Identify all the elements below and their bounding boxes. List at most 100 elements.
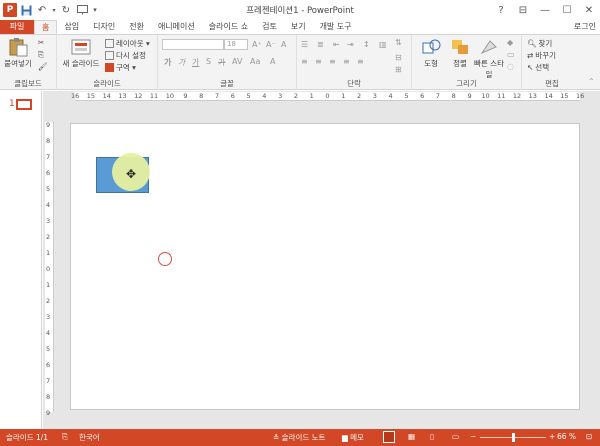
tab-slideshow[interactable]: 슬라이드 쇼: [202, 20, 255, 34]
fit-slide-icon[interactable]: ⊡: [586, 432, 592, 441]
shadow-icon[interactable]: S: [206, 57, 211, 66]
increase-font-icon[interactable]: A⁺: [252, 40, 262, 49]
cut-icon[interactable]: ✂: [38, 38, 44, 47]
font-name-input[interactable]: [162, 39, 224, 50]
decrease-font-icon[interactable]: A⁻: [266, 40, 276, 49]
ruler-tick-label: 2: [46, 233, 51, 241]
zoom-slider-handle[interactable]: [511, 433, 515, 442]
ruler-tick-label: 6: [46, 361, 51, 369]
tab-home[interactable]: 홈: [34, 20, 58, 34]
new-slide-button[interactable]: 새 슬라이드: [61, 37, 101, 69]
clear-format-icon[interactable]: A: [281, 40, 286, 49]
shapes-button[interactable]: 도형: [416, 37, 446, 69]
increase-indent-icon[interactable]: ⇥: [347, 40, 354, 49]
font-size-input[interactable]: 18: [224, 39, 248, 50]
ruler-tick-label: 7: [46, 377, 51, 385]
tab-review[interactable]: 검토: [255, 20, 284, 34]
align-center-icon[interactable]: ≡: [315, 57, 322, 66]
customize-qat-icon[interactable]: ▾: [91, 3, 99, 17]
login-link[interactable]: 로그인: [574, 21, 596, 32]
notes-button[interactable]: ≛ 슬라이드 노트: [273, 432, 325, 443]
align-right-icon[interactable]: ≡: [329, 57, 336, 66]
language-status[interactable]: 한국어: [79, 432, 100, 443]
copy-icon[interactable]: ⎘: [38, 50, 44, 60]
shape-effects-icon[interactable]: ◌: [507, 62, 514, 71]
tab-transitions[interactable]: 전환: [122, 20, 151, 34]
undo-dropdown-icon[interactable]: ▾: [51, 3, 57, 17]
select-button[interactable]: ↖ 선택: [527, 62, 549, 73]
smartart-icon[interactable]: ⊞: [395, 65, 402, 74]
tab-developer[interactable]: 개발 도구: [313, 20, 359, 34]
move-cursor-icon: ✥: [126, 167, 137, 181]
find-button[interactable]: 🔍︎ 찾기: [527, 38, 552, 49]
zoom-level[interactable]: 66 %: [557, 432, 576, 441]
line-spacing-icon[interactable]: ↕: [363, 40, 370, 49]
ruler-tick-label: 0: [46, 265, 51, 273]
align-text-icon[interactable]: ⊟: [395, 53, 402, 62]
slideshow-icon[interactable]: [75, 3, 89, 17]
justify-icon[interactable]: ≡: [343, 57, 350, 66]
normal-view-icon[interactable]: [383, 431, 395, 443]
tab-animations[interactable]: 애니메이션: [151, 20, 202, 34]
bullets-icon[interactable]: ☰: [301, 40, 308, 49]
powerpoint-logo-icon[interactable]: P: [3, 3, 17, 17]
ruler-tick-label: 4: [46, 329, 51, 337]
redo-icon[interactable]: ↻: [59, 3, 73, 17]
undo-icon[interactable]: ↶: [35, 3, 49, 17]
columns-icon[interactable]: ▥: [379, 40, 387, 49]
change-case-icon[interactable]: Aa: [250, 57, 260, 66]
arrange-button[interactable]: 정렬: [446, 37, 474, 69]
paragraph-group-label: 단락: [347, 79, 361, 88]
ruler-tick-label: 8: [46, 137, 51, 145]
reading-view-icon[interactable]: ▯: [430, 432, 434, 441]
save-icon[interactable]: [19, 3, 33, 17]
tab-file[interactable]: 파일: [0, 20, 34, 34]
italic-icon[interactable]: 가: [178, 57, 185, 68]
text-direction-icon[interactable]: ⇅: [395, 38, 402, 47]
layout-button[interactable]: 레이아웃 ▾: [105, 38, 150, 49]
tab-view[interactable]: 보기: [284, 20, 313, 34]
minimize-button[interactable]: —: [534, 0, 556, 20]
ruler-tick-label: 6: [230, 92, 235, 100]
clipboard-group: 붙여넣기 ✂ ⎘ 🖌 클립보드: [0, 35, 57, 90]
ruler-tick-label: 11: [497, 92, 506, 100]
font-group-label: 글꼴: [220, 79, 234, 88]
paste-icon: [7, 37, 29, 57]
shape-fill-icon[interactable]: ◆: [507, 38, 513, 47]
close-button[interactable]: ✕: [578, 0, 600, 20]
ruler-tick-label: 1: [341, 92, 346, 100]
char-spacing-icon[interactable]: AV: [232, 57, 242, 66]
slide-thumbnail[interactable]: [16, 99, 32, 110]
collapse-ribbon-icon[interactable]: ⌃: [588, 77, 595, 86]
ribbon: 붙여넣기 ✂ ⎘ 🖌 클립보드 새 슬라이드 레이아웃 ▾ 다시 설정 구역 ▾…: [0, 34, 600, 90]
maximize-button[interactable]: ☐: [556, 0, 578, 20]
shape-outline-icon[interactable]: ▭: [507, 50, 515, 59]
section-button[interactable]: 구역 ▾: [105, 62, 136, 73]
align-left-icon[interactable]: ≡: [301, 57, 308, 66]
tab-insert[interactable]: 삽입: [57, 20, 86, 34]
layout-icon: [105, 39, 114, 48]
comments-button[interactable]: ▆ 메모: [342, 432, 364, 443]
bold-icon[interactable]: 가: [164, 57, 171, 68]
decrease-indent-icon[interactable]: ⇤: [333, 40, 340, 49]
slideshow-view-icon[interactable]: ▭: [452, 432, 459, 441]
distributed-icon[interactable]: ≡: [357, 57, 364, 66]
ribbon-display-options-icon[interactable]: ⊟: [512, 0, 534, 20]
ruler-tick-label: 7: [435, 92, 441, 100]
numbering-icon[interactable]: ≣: [317, 40, 324, 49]
help-icon[interactable]: ?: [490, 0, 512, 20]
replace-button[interactable]: ⇄ 바꾸기: [527, 50, 556, 61]
ruler-tick-label: 3: [46, 217, 51, 225]
paste-button[interactable]: 붙여넣기: [2, 37, 34, 69]
underline-icon[interactable]: 가: [192, 57, 199, 68]
font-color-icon[interactable]: A: [270, 57, 275, 66]
spellcheck-icon[interactable]: ⎘: [62, 432, 68, 442]
format-painter-icon[interactable]: 🖌: [38, 62, 48, 71]
zoom-out-icon[interactable]: −: [470, 432, 476, 441]
strikethrough-icon[interactable]: 가: [218, 57, 225, 68]
slide-sorter-icon[interactable]: ▦: [408, 432, 415, 441]
reset-button[interactable]: 다시 설정: [105, 50, 146, 61]
quick-styles-button[interactable]: 빠른 스타일: [474, 37, 504, 80]
zoom-in-icon[interactable]: +: [549, 432, 555, 441]
tab-design[interactable]: 디자인: [86, 20, 122, 34]
